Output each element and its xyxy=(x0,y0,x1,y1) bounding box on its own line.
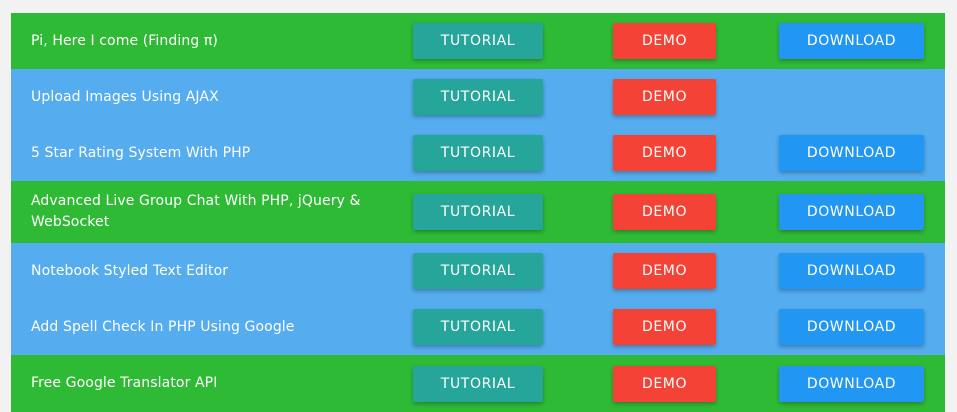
table-row: Upload Images Using AJAX TUTORIAL DEMO xyxy=(11,69,945,125)
projects-table: Pi, Here I come (Finding π) TUTORIAL DEM… xyxy=(11,13,945,412)
table-row: Advanced Live Group Chat With PHP, jQuer… xyxy=(11,181,945,243)
download-button[interactable]: DOWNLOAD xyxy=(779,365,924,402)
table-row: Pi, Here I come (Finding π) TUTORIAL DEM… xyxy=(11,13,945,69)
demo-button[interactable]: DEMO xyxy=(613,309,716,345)
tutorial-button[interactable]: TUTORIAL xyxy=(413,309,543,345)
download-button[interactable]: DOWNLOAD xyxy=(779,194,924,230)
demo-button[interactable]: DEMO xyxy=(613,135,716,171)
demo-button[interactable]: DEMO xyxy=(613,23,716,59)
row-title: Upload Images Using AJAX xyxy=(31,88,219,105)
demo-button[interactable]: DEMO xyxy=(613,194,716,230)
tutorial-button[interactable]: TUTORIAL xyxy=(413,194,543,230)
demo-button[interactable]: DEMO xyxy=(613,253,716,289)
table-row: Free Google Translator API TUTORIAL DEMO… xyxy=(11,355,945,412)
tutorial-button[interactable]: TUTORIAL xyxy=(413,253,543,289)
download-button[interactable]: DOWNLOAD xyxy=(779,135,924,171)
demo-button[interactable]: DEMO xyxy=(613,79,716,115)
download-button[interactable]: DOWNLOAD xyxy=(779,253,924,289)
demo-button[interactable]: DEMO xyxy=(613,365,716,402)
download-button[interactable]: DOWNLOAD xyxy=(779,309,924,345)
tutorial-button[interactable]: TUTORIAL xyxy=(413,23,543,59)
table-row: Notebook Styled Text Editor TUTORIAL DEM… xyxy=(11,243,945,299)
table-row: 5 Star Rating System With PHP TUTORIAL D… xyxy=(11,125,945,181)
row-title: Pi, Here I come (Finding π) xyxy=(31,32,218,49)
row-title: 5 Star Rating System With PHP xyxy=(31,144,251,161)
row-title: Free Google Translator API xyxy=(31,375,218,391)
tutorial-button[interactable]: TUTORIAL xyxy=(413,365,543,402)
tutorial-button[interactable]: TUTORIAL xyxy=(413,135,543,171)
row-title: Notebook Styled Text Editor xyxy=(31,262,229,279)
tutorial-button[interactable]: TUTORIAL xyxy=(413,79,543,115)
table-row: Add Spell Check In PHP Using Google TUTO… xyxy=(11,299,945,355)
row-title: Add Spell Check In PHP Using Google xyxy=(31,318,295,335)
download-button[interactable]: DOWNLOAD xyxy=(779,23,924,59)
row-title: Advanced Live Group Chat With PHP, jQuer… xyxy=(31,193,361,230)
